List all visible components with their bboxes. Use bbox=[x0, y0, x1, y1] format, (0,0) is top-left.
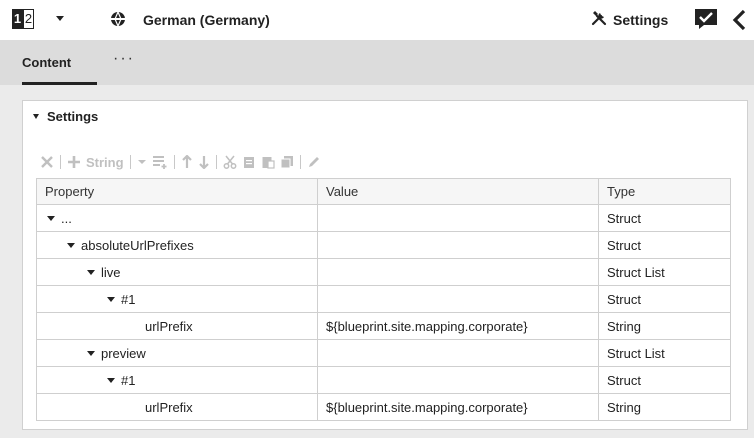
table-row[interactable]: #1 Struct bbox=[36, 285, 731, 313]
table-header-row: Property Value Type bbox=[36, 178, 731, 205]
table-row[interactable]: ... Struct bbox=[36, 204, 731, 232]
property-name: live bbox=[101, 264, 121, 280]
property-name: absoluteUrlPrefixes bbox=[81, 237, 194, 253]
expand-triangle-icon[interactable] bbox=[87, 269, 95, 275]
settings-panel-header[interactable]: Settings bbox=[33, 109, 98, 124]
property-cell[interactable]: live bbox=[36, 258, 318, 286]
approve-check-icon[interactable] bbox=[694, 8, 718, 30]
table-row[interactable]: urlPrefix ${blueprint.site.mapping.corpo… bbox=[36, 393, 731, 421]
copy-clipboard-icon[interactable] bbox=[242, 153, 256, 171]
locale-split-circle-icon bbox=[110, 11, 126, 27]
toolbar-divider bbox=[173, 155, 175, 169]
table-row[interactable]: live Struct List bbox=[36, 258, 731, 286]
tab-strip: Content ··· bbox=[0, 40, 754, 85]
table-row[interactable]: absoluteUrlPrefixes Struct bbox=[36, 231, 731, 259]
column-header-property[interactable]: Property bbox=[36, 178, 318, 205]
property-cell[interactable]: urlPrefix bbox=[36, 312, 318, 340]
value-cell[interactable]: ${blueprint.site.mapping.corporate} bbox=[317, 393, 599, 421]
paste-clipboard-icon[interactable] bbox=[261, 153, 275, 171]
property-cell[interactable]: absoluteUrlPrefixes bbox=[36, 231, 318, 259]
value-cell[interactable] bbox=[317, 366, 599, 394]
tab-content-label: Content bbox=[22, 55, 72, 70]
move-up-arrow-icon[interactable] bbox=[181, 153, 193, 171]
toolbar-divider bbox=[60, 155, 61, 169]
settings-button[interactable]: Settings bbox=[591, 10, 668, 30]
column-header-value[interactable]: Value bbox=[317, 178, 599, 205]
page-2-indicator[interactable]: 2 bbox=[23, 9, 34, 29]
table-row[interactable]: urlPrefix ${blueprint.site.mapping.corpo… bbox=[36, 312, 731, 340]
property-name: #1 bbox=[121, 291, 136, 307]
property-name: urlPrefix bbox=[145, 399, 193, 415]
settings-panel: Settings String Property Value Type ... … bbox=[22, 100, 748, 430]
property-cell[interactable]: #1 bbox=[36, 285, 318, 313]
add-type-label[interactable]: String bbox=[86, 155, 124, 170]
column-header-type[interactable]: Type bbox=[598, 178, 731, 205]
panel-title: Settings bbox=[47, 109, 99, 124]
type-cell: Struct bbox=[598, 285, 731, 313]
expand-triangle-icon[interactable] bbox=[107, 377, 115, 383]
settings-button-label: Settings bbox=[613, 12, 669, 28]
tab-content[interactable]: Content bbox=[22, 40, 97, 85]
expand-triangle-icon[interactable] bbox=[47, 215, 55, 221]
property-cell[interactable]: preview bbox=[36, 339, 318, 367]
property-name: preview bbox=[101, 345, 146, 361]
type-cell: String bbox=[598, 393, 731, 421]
value-cell[interactable]: ${blueprint.site.mapping.corporate} bbox=[317, 312, 599, 340]
type-cell: Struct List bbox=[598, 258, 731, 286]
toolbar-divider bbox=[299, 155, 301, 169]
duplicate-icon[interactable] bbox=[280, 153, 294, 171]
edit-pencil-icon[interactable] bbox=[307, 153, 321, 171]
delete-x-icon[interactable] bbox=[40, 153, 54, 171]
top-bar: 1 2 German (Germany) Settings bbox=[0, 0, 754, 40]
property-name: ... bbox=[61, 210, 72, 226]
page-dropdown-chevron-down-icon[interactable] bbox=[56, 16, 64, 21]
struct-property-table: Property Value Type ... Struct absoluteU… bbox=[36, 178, 731, 421]
toolbar-divider bbox=[129, 155, 131, 169]
cut-scissors-icon[interactable] bbox=[223, 153, 237, 171]
locale-label[interactable]: German (Germany) bbox=[143, 11, 270, 29]
struct-toolbar: String bbox=[40, 151, 321, 173]
table-row[interactable]: #1 Struct bbox=[36, 366, 731, 394]
type-cell: Struct bbox=[598, 231, 731, 259]
property-cell[interactable]: urlPrefix bbox=[36, 393, 318, 421]
table-row[interactable]: preview Struct List bbox=[36, 339, 731, 367]
add-list-item-icon[interactable] bbox=[152, 153, 168, 171]
property-name: urlPrefix bbox=[145, 318, 193, 334]
property-cell[interactable]: #1 bbox=[36, 366, 318, 394]
collapse-caret-icon bbox=[33, 114, 39, 119]
type-dropdown-chevron-icon[interactable] bbox=[137, 153, 147, 171]
type-cell: String bbox=[598, 312, 731, 340]
value-cell[interactable] bbox=[317, 339, 599, 367]
property-cell[interactable]: ... bbox=[36, 204, 318, 232]
add-plus-icon[interactable] bbox=[67, 153, 81, 171]
type-cell: Struct List bbox=[598, 339, 731, 367]
property-name: #1 bbox=[121, 372, 136, 388]
expand-triangle-icon[interactable] bbox=[67, 242, 75, 248]
toolbar-divider bbox=[215, 155, 217, 169]
expand-triangle-icon[interactable] bbox=[107, 296, 115, 302]
expand-triangle-icon[interactable] bbox=[87, 350, 95, 356]
value-cell[interactable] bbox=[317, 204, 599, 232]
page-1-indicator[interactable]: 1 bbox=[12, 9, 23, 29]
page-switcher[interactable]: 1 2 bbox=[12, 9, 34, 29]
value-cell[interactable] bbox=[317, 258, 599, 286]
move-down-arrow-icon[interactable] bbox=[198, 153, 210, 171]
type-cell: Struct bbox=[598, 366, 731, 394]
tab-overflow-button[interactable]: ··· bbox=[113, 50, 135, 68]
value-cell[interactable] bbox=[317, 231, 599, 259]
collapse-chevron-left-icon[interactable] bbox=[730, 8, 748, 32]
type-cell: Struct bbox=[598, 204, 731, 232]
value-cell[interactable] bbox=[317, 285, 599, 313]
tools-icon bbox=[591, 10, 607, 31]
